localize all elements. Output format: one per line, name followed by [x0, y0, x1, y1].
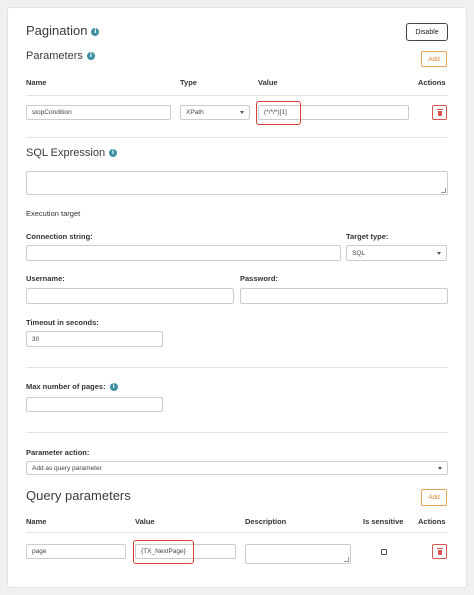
query-param-description-textarea[interactable]	[245, 544, 351, 564]
chevron-down-icon	[438, 466, 442, 470]
target-type-label: Target type:	[346, 232, 389, 241]
password-label: Password:	[240, 274, 278, 283]
column-header-value: Value	[135, 517, 155, 526]
column-header-name: Name	[26, 517, 47, 526]
info-icon[interactable]: i	[109, 149, 118, 158]
is-sensitive-checkbox[interactable]	[381, 549, 387, 555]
add-parameter-button[interactable]: Add	[421, 51, 447, 67]
timeout-input[interactable]: 30	[26, 331, 163, 347]
max-pages-label: Max number of pages: i	[26, 382, 118, 392]
trash-icon	[436, 109, 443, 116]
parameter-type-value: XPath	[186, 109, 204, 116]
pagination-title-text: Pagination	[26, 23, 88, 38]
target-type-select[interactable]: SQL	[346, 245, 447, 261]
add-query-parameter-button[interactable]: Add	[421, 489, 447, 506]
parameter-action-select[interactable]: Add as query parameter	[26, 461, 448, 475]
highlight-box	[256, 101, 301, 125]
chevron-down-icon	[437, 251, 441, 255]
query-param-name-input[interactable]: page	[26, 544, 126, 559]
parameter-type-select[interactable]: XPath	[180, 105, 250, 120]
max-pages-input[interactable]	[26, 397, 163, 412]
column-header-value: Value	[258, 78, 278, 87]
column-header-type: Type	[180, 78, 197, 87]
parameter-action-label: Parameter action:	[26, 448, 90, 457]
delete-query-parameter-button[interactable]	[432, 544, 447, 559]
parameter-name-input[interactable]: stopCondition	[26, 105, 171, 120]
sql-expression-textarea[interactable]	[26, 171, 448, 195]
password-input[interactable]	[240, 288, 448, 304]
column-header-actions: Actions	[418, 517, 446, 526]
connection-string-label: Connection string:	[26, 232, 93, 241]
parameters-title-text: Parameters	[26, 50, 83, 62]
connection-string-input[interactable]	[26, 245, 341, 261]
divider	[26, 137, 448, 138]
target-type-value: SQL	[352, 249, 366, 257]
resize-handle[interactable]	[344, 557, 349, 562]
info-icon[interactable]: i	[91, 27, 100, 36]
info-icon[interactable]: i	[86, 52, 95, 61]
sql-expression-title-text: SQL Expression	[26, 147, 106, 159]
username-input[interactable]	[26, 288, 234, 304]
chevron-down-icon	[240, 111, 244, 114]
delete-parameter-button[interactable]	[432, 105, 447, 120]
info-icon[interactable]: i	[109, 383, 118, 392]
pagination-title: Pagination i	[26, 23, 100, 38]
resize-handle[interactable]	[441, 188, 446, 193]
query-parameters-title: Query parameters	[26, 488, 131, 503]
disable-button[interactable]: Disable	[406, 23, 448, 41]
divider	[26, 95, 448, 96]
execution-target-label: Execution target	[26, 209, 81, 218]
column-header-name: Name	[26, 78, 47, 87]
max-pages-label-text: Max number of pages:	[26, 382, 106, 391]
timeout-label: Timeout in seconds:	[26, 318, 99, 327]
parameters-title: Parameters i	[26, 50, 95, 62]
column-header-description: Description	[245, 517, 287, 526]
parameter-action-value: Add as query parameter	[32, 464, 102, 472]
highlight-box	[133, 540, 194, 564]
column-header-actions: Actions	[418, 78, 446, 87]
divider	[26, 367, 448, 368]
divider	[26, 432, 448, 433]
username-label: Username:	[26, 274, 65, 283]
divider	[26, 532, 448, 533]
trash-icon	[436, 548, 443, 555]
column-header-is-sensitive: Is sensitive	[363, 517, 404, 526]
sql-expression-title: SQL Expression i	[26, 147, 118, 159]
